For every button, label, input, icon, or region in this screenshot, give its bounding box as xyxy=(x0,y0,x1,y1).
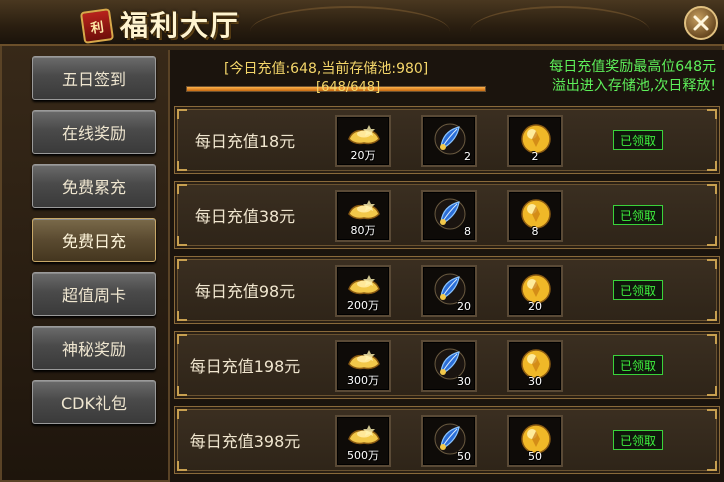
today-recharge-text: [今日充值:648,当前存储池:980] xyxy=(224,61,429,77)
item-count: 20万 xyxy=(350,149,376,162)
window-title: 福利大厅 xyxy=(120,9,241,42)
row-corner-ornament xyxy=(707,236,717,246)
reward-panel: [今日充值:648,当前存储池:980] [648/648] 每日充值奖励最高位… xyxy=(168,50,724,482)
sidebar-item-label: 超值周卡 xyxy=(61,286,126,305)
reward-tier-label: 每日充值18元 xyxy=(194,132,296,151)
sidebar-item-mystery-reward[interactable]: 神秘奖励 xyxy=(32,326,156,370)
sidebar-item-daily-checkin[interactable]: 五日签到 xyxy=(32,56,156,100)
sidebar: 五日签到 在线奖励 免费累充 免费日充 超值周卡 神秘奖励 CDK礼包 xyxy=(24,50,164,482)
header-ornament xyxy=(250,6,450,38)
item-count: 2 xyxy=(464,150,471,163)
row-corner-ornament xyxy=(707,109,717,119)
claimed-status-button[interactable]: 已领取 xyxy=(613,130,663,150)
recharge-note-line: 每日充值奖励最高位648元 xyxy=(549,59,716,75)
progress-label: [648/648] xyxy=(316,80,381,95)
reward-row: 每日充值98元 200万 20 20 已领取 xyxy=(174,256,720,324)
item-count: 80万 xyxy=(350,224,376,237)
reward-item-slot[interactable]: 20 xyxy=(421,265,477,317)
reward-item-slot[interactable]: 8 xyxy=(421,190,477,242)
reward-item-slot[interactable]: 30 xyxy=(421,340,477,392)
reward-item-slot[interactable]: 20 xyxy=(507,265,563,317)
item-count: 30 xyxy=(457,375,471,388)
sidebar-item-weekly-card[interactable]: 超值周卡 xyxy=(32,272,156,316)
item-count: 20 xyxy=(457,300,471,313)
item-count: 2 xyxy=(531,150,539,163)
reward-item-slot[interactable]: 30 xyxy=(507,340,563,392)
recharge-note-line: 溢出进入存储池,次日释放! xyxy=(551,78,716,94)
row-corner-ornament xyxy=(707,461,717,471)
reward-item-slot[interactable]: 200万 xyxy=(335,265,391,317)
item-count: 50 xyxy=(457,450,471,463)
row-corner-ornament xyxy=(707,409,717,419)
reward-item-slot[interactable]: 2 xyxy=(421,115,477,167)
reward-item-slot[interactable]: 2 xyxy=(507,115,563,167)
item-count: 300万 xyxy=(347,374,379,387)
reward-item-slot[interactable]: 50 xyxy=(421,415,477,467)
item-count: 200万 xyxy=(347,299,379,312)
sidebar-item-label: 在线奖励 xyxy=(61,124,126,143)
claimed-status-button[interactable]: 已领取 xyxy=(613,430,663,450)
reward-row: 每日充值18元 20万 2 2 已领取 xyxy=(174,106,720,174)
sidebar-item-label: 免费累充 xyxy=(61,178,126,197)
reward-tier-label: 每日充值38元 xyxy=(194,207,296,226)
claimed-status-button[interactable]: 已领取 xyxy=(613,205,663,225)
item-count: 50 xyxy=(528,450,542,463)
claimed-status-button[interactable]: 已领取 xyxy=(613,355,663,375)
window-header: 利 福利大厅 xyxy=(0,0,724,46)
recharge-info-bar: [今日充值:648,当前存储池:980] [648/648] 每日充值奖励最高位… xyxy=(170,52,724,102)
reward-item-slot[interactable]: 500万 xyxy=(335,415,391,467)
title-seal-icon: 利 xyxy=(79,8,115,44)
sidebar-item-label: CDK礼包 xyxy=(61,394,127,413)
sidebar-item-free-cumulative[interactable]: 免费累充 xyxy=(32,164,156,208)
reward-item-slot[interactable]: 8 xyxy=(507,190,563,242)
claimed-status-button[interactable]: 已领取 xyxy=(613,280,663,300)
sidebar-item-label: 神秘奖励 xyxy=(61,340,126,359)
row-corner-ornament xyxy=(707,386,717,396)
item-count: 30 xyxy=(528,375,542,388)
sidebar-item-online-reward[interactable]: 在线奖励 xyxy=(32,110,156,154)
header-ornament xyxy=(470,6,650,38)
reward-item-slot[interactable]: 50 xyxy=(507,415,563,467)
row-corner-ornament xyxy=(707,334,717,344)
row-corner-ornament xyxy=(707,184,717,194)
row-corner-ornament xyxy=(707,259,717,269)
reward-item-slot[interactable]: 300万 xyxy=(335,340,391,392)
reward-tier-label: 每日充值198元 xyxy=(189,357,301,376)
reward-item-slot[interactable]: 80万 xyxy=(335,190,391,242)
recharge-note: 每日充值奖励最高位648元 溢出进入存储池,次日释放! xyxy=(549,58,716,96)
close-button[interactable] xyxy=(684,6,718,40)
sidebar-item-cdk-gift[interactable]: CDK礼包 xyxy=(32,380,156,424)
reward-row: 每日充值198元 300万 30 30 已领取 xyxy=(174,331,720,399)
item-count: 20 xyxy=(528,300,542,313)
item-count: 8 xyxy=(531,225,539,238)
reward-tier-label: 每日充值398元 xyxy=(189,432,301,451)
item-count: 500万 xyxy=(347,449,379,462)
sidebar-item-free-daily[interactable]: 免费日充 xyxy=(32,218,156,262)
sidebar-item-label: 免费日充 xyxy=(61,232,126,251)
row-corner-ornament xyxy=(707,311,717,321)
sidebar-item-label: 五日签到 xyxy=(61,70,126,89)
reward-tier-label: 每日充值98元 xyxy=(194,282,296,301)
reward-item-slot[interactable]: 20万 xyxy=(335,115,391,167)
reward-row: 每日充值398元 500万 50 50 已领取 xyxy=(174,406,720,474)
close-icon xyxy=(693,15,709,31)
row-corner-ornament xyxy=(707,161,717,171)
item-count: 8 xyxy=(464,225,471,238)
reward-row: 每日充值38元 80万 8 8 已领取 xyxy=(174,181,720,249)
